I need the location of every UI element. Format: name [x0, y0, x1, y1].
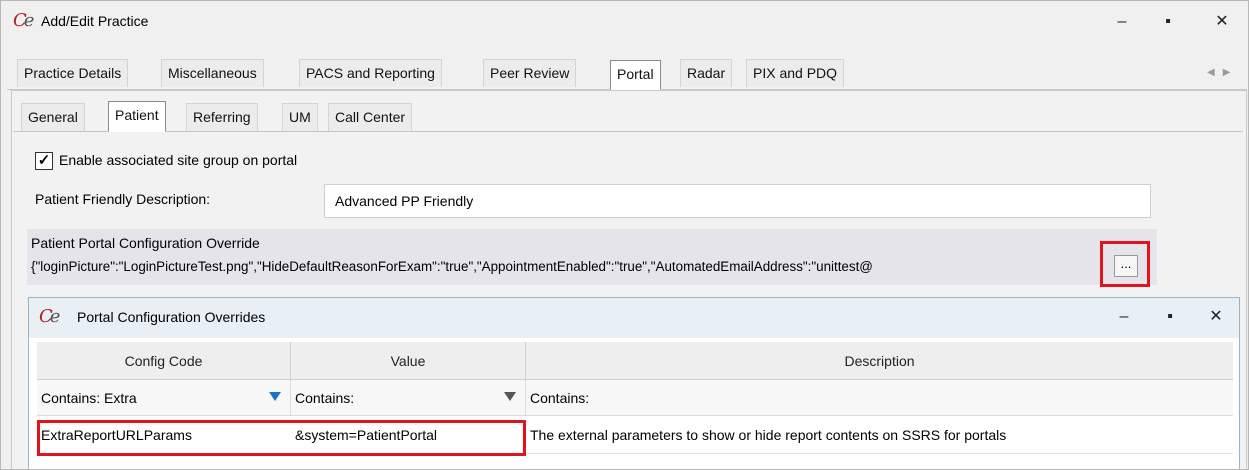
portal-config-overrides-dialog: Ce Portal Configuration Overrides – ▪ ✕ …	[28, 297, 1240, 469]
grid-filter-row: Contains: Extra Contains: Contains:	[37, 380, 1233, 416]
minimize-button[interactable]: –	[1107, 7, 1137, 37]
subtab-divider	[13, 131, 1243, 132]
description-cell: The external parameters to show or hide …	[530, 427, 1007, 443]
subtab-patient[interactable]: Patient	[108, 101, 166, 132]
subtab-call-center[interactable]: Call Center	[328, 103, 413, 131]
app-logo-icon: Ce	[13, 10, 34, 31]
filter-active-icon[interactable]	[269, 392, 281, 401]
filter-value-text: Contains:	[295, 390, 355, 406]
dialog-title: Portal Configuration Overrides	[77, 309, 266, 325]
column-header-value[interactable]: Value	[291, 342, 526, 380]
enable-site-group-label: Enable associated site group on portal	[59, 152, 298, 168]
window-title: Add/Edit Practice	[41, 13, 149, 29]
tab-practice-details[interactable]: Practice Details	[17, 59, 129, 87]
tab-scroll-arrows-icon[interactable]: ◀▶	[1207, 67, 1238, 78]
tab-radar[interactable]: Radar	[680, 59, 733, 87]
subtab-general[interactable]: General	[21, 103, 85, 131]
patient-friendly-description-input[interactable]: Advanced PP Friendly	[324, 184, 1151, 218]
dialog-minimize-button[interactable]: –	[1109, 302, 1139, 332]
column-header-config-code[interactable]: Config Code	[37, 342, 291, 380]
tab-pix-and-pdq[interactable]: PIX and PDQ	[746, 59, 845, 87]
patient-friendly-description-label: Patient Friendly Description:	[35, 191, 211, 207]
tab-portal[interactable]: Portal	[610, 60, 661, 90]
portal-config-override-value[interactable]: {"loginPicture":"LoginPictureTest.png","…	[31, 259, 1091, 274]
close-button[interactable]: ✕	[1207, 7, 1237, 37]
tab-miscellaneous[interactable]: Miscellaneous	[161, 59, 264, 87]
tab-peer-review[interactable]: Peer Review	[483, 59, 577, 87]
filter-config-code-text: Contains: Extra	[41, 390, 137, 406]
filter-description-cell[interactable]: Contains:	[526, 380, 1233, 416]
subtab-referring[interactable]: Referring	[186, 103, 258, 131]
enable-site-group-checkbox[interactable]: ✓	[35, 152, 53, 170]
filter-value-cell[interactable]: Contains:	[291, 380, 526, 416]
dialog-close-button[interactable]: ✕	[1201, 302, 1231, 332]
filter-config-code-cell[interactable]: Contains: Extra	[37, 380, 291, 416]
column-header-description[interactable]: Description	[526, 342, 1233, 380]
maximize-button[interactable]: ▪	[1153, 7, 1183, 37]
dialog-maximize-button[interactable]: ▪	[1155, 302, 1185, 332]
ellipsis-button-highlight	[1100, 241, 1150, 287]
portal-config-override-label: Patient Portal Configuration Override	[31, 235, 260, 251]
row-highlight	[37, 420, 526, 456]
grid-header-row: Config Code Value Description	[37, 342, 1233, 380]
dialog-logo-icon: Ce	[39, 306, 60, 327]
dialog-title-bar[interactable]: Ce Portal Configuration Overrides – ▪ ✕	[29, 298, 1239, 338]
title-bar[interactable]: Ce Add/Edit Practice – ▪ ✕	[1, 1, 1248, 43]
filter-description-text: Contains:	[530, 390, 590, 406]
subtab-um[interactable]: UM	[282, 103, 318, 131]
filter-icon[interactable]	[504, 392, 516, 401]
add-edit-practice-window: Ce Add/Edit Practice – ▪ ✕ Practice Deta…	[0, 0, 1249, 470]
tab-pacs-and-reporting[interactable]: PACS and Reporting	[299, 59, 442, 87]
